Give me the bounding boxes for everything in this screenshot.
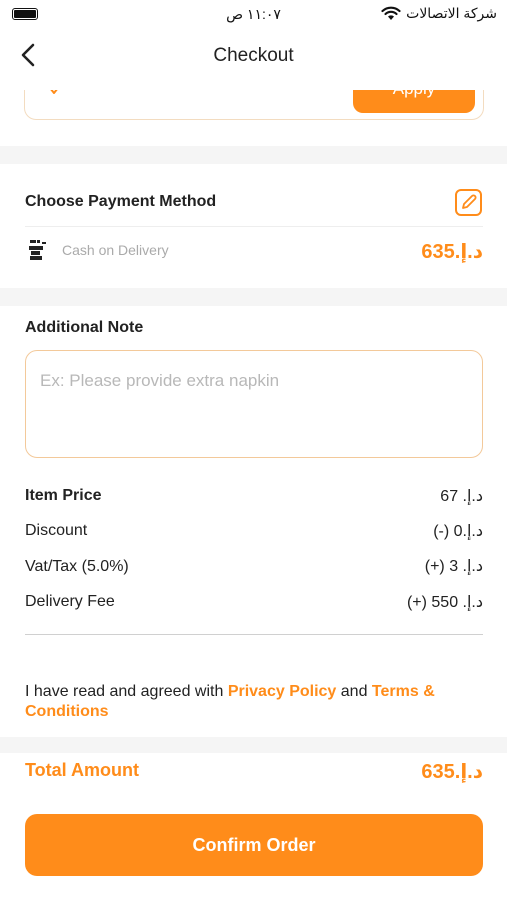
edit-payment-button[interactable] xyxy=(455,189,482,216)
terms-prefix: I have read and agreed with xyxy=(25,683,228,700)
note-section-title: Additional Note xyxy=(25,319,144,336)
total-amount-value: 635.د.إ xyxy=(421,761,483,783)
confirm-order-button[interactable]: Confirm Order xyxy=(25,814,483,876)
payment-amount: 635.د.إ xyxy=(421,241,483,263)
section-divider xyxy=(0,288,507,306)
discount-value: (-) 0.د.إ xyxy=(433,523,483,540)
pencil-icon xyxy=(462,194,477,209)
status-right: شركة الاتصالات xyxy=(381,5,497,22)
page-title: Checkout xyxy=(213,45,294,66)
total-divider xyxy=(0,737,507,753)
delivery-fee-label: Delivery Fee xyxy=(25,593,115,610)
vat-tax-value: (+) 3 .د.إ xyxy=(424,558,483,575)
additional-note-input[interactable] xyxy=(25,350,483,458)
item-price-label: Item Price xyxy=(25,487,102,504)
payment-divider xyxy=(25,226,483,227)
status-bar: ١١:٠٧ ص شركة الاتصالات xyxy=(0,0,507,30)
payment-method-label[interactable]: Cash on Delivery xyxy=(62,242,169,258)
discount-label: Discount xyxy=(25,522,88,539)
terms-and-text: and xyxy=(336,683,372,700)
privacy-policy-link[interactable]: Privacy Policy xyxy=(228,683,337,700)
carrier-name: شركة الاتصالات xyxy=(406,5,497,21)
total-amount-label: Total Amount xyxy=(25,760,139,780)
vat-tax-label: Vat/Tax (5.0%) xyxy=(25,558,129,575)
item-price-value: 67 .د.إ xyxy=(440,488,483,505)
summary-divider xyxy=(25,634,483,635)
payment-section-title: Choose Payment Method xyxy=(25,193,217,210)
cash-on-delivery-icon xyxy=(29,240,46,260)
wifi-icon xyxy=(381,6,401,20)
terms-agreement: I have read and agreed with Privacy Poli… xyxy=(25,682,485,722)
delivery-fee-value: (+) 550 .د.إ xyxy=(406,594,483,611)
header: Checkout xyxy=(0,30,507,82)
section-divider xyxy=(0,146,507,164)
